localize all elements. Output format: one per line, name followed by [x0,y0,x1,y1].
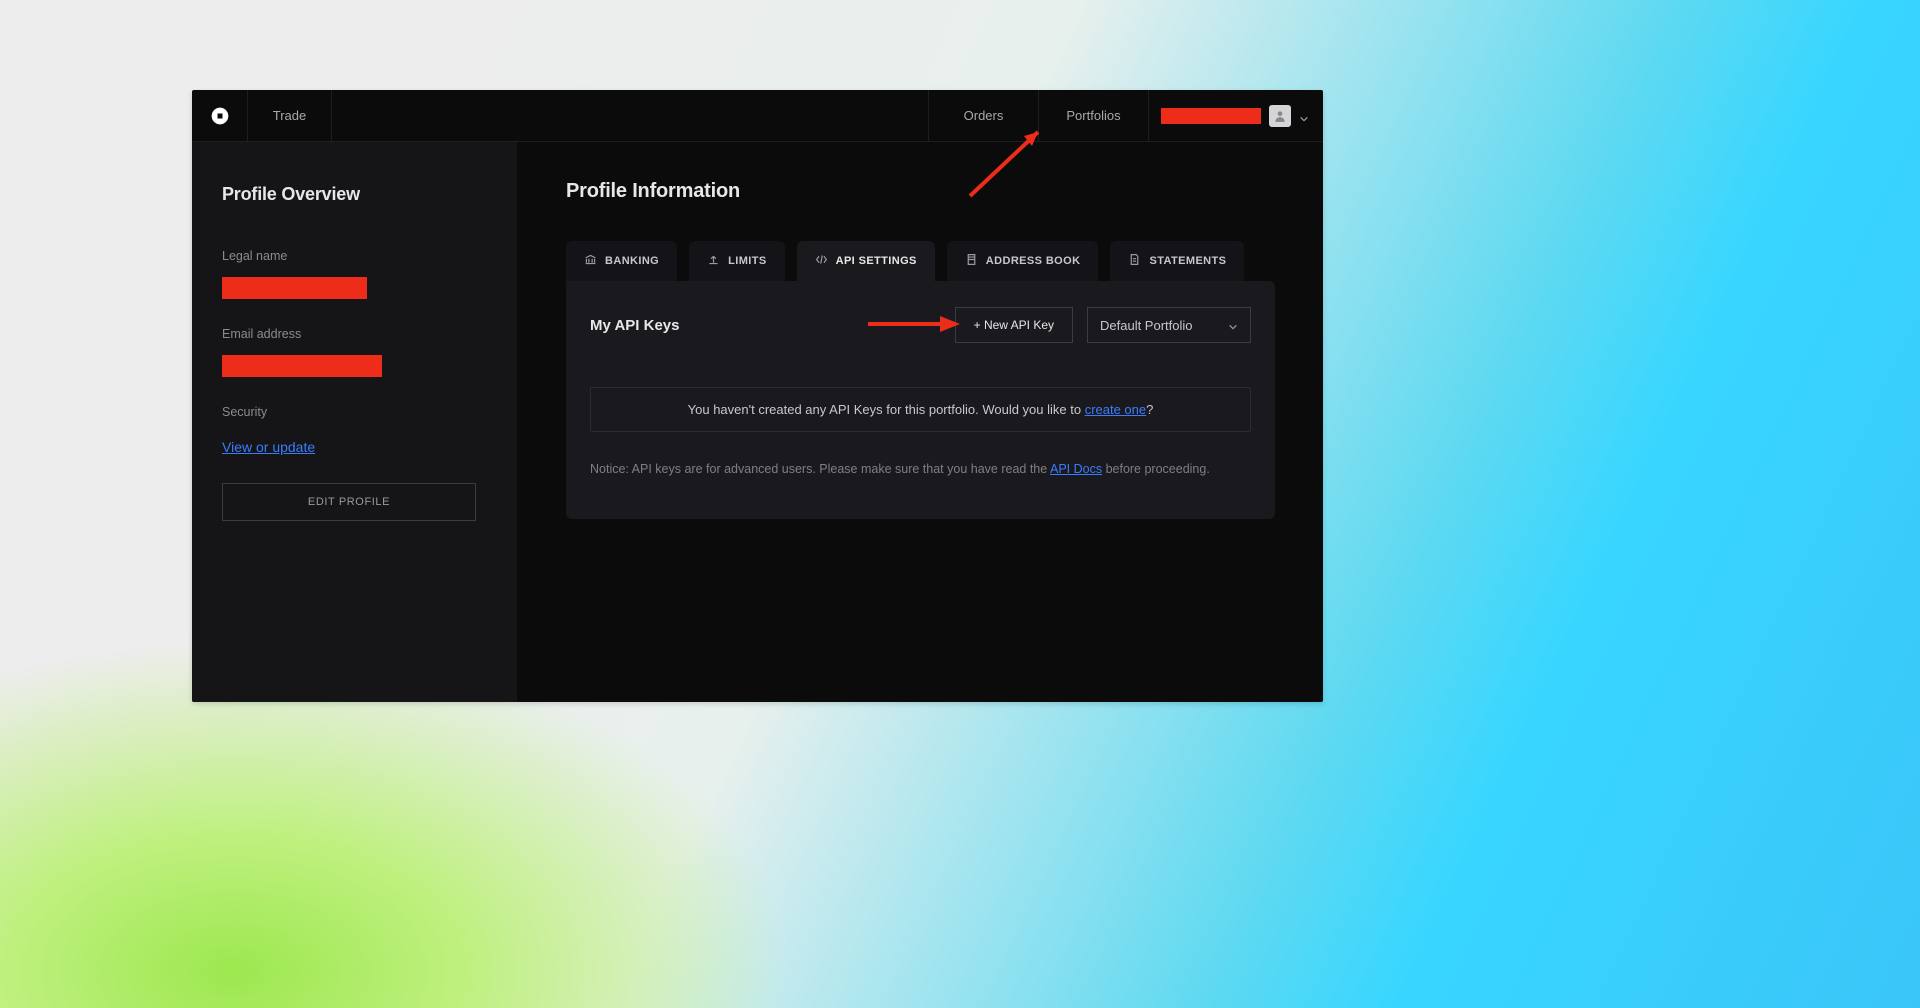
tab-statements[interactable]: STATEMENTS [1110,241,1244,281]
code-icon [815,253,828,269]
legal-name-label: Legal name [222,249,487,263]
tab-label: ADDRESS BOOK [986,255,1081,267]
sidebar-title: Profile Overview [222,184,487,205]
brand-logo[interactable] [192,90,248,141]
security-link[interactable]: View or update [222,439,315,455]
notice-suffix: before proceeding. [1102,462,1210,476]
empty-state: You haven't created any API Keys for thi… [590,387,1251,432]
email-redacted [222,355,382,377]
sidebar: Profile Overview Legal name Email addres… [192,142,518,702]
api-panel: My API Keys + New API Key Default Portfo… [566,281,1275,519]
app-window: Trade Orders Portfolios Profile Overview… [192,90,1323,702]
nav-trade[interactable]: Trade [248,90,332,141]
security-label: Security [222,405,487,419]
upload-icon [707,253,720,269]
tab-label: BANKING [605,255,659,267]
new-api-key-button[interactable]: + New API Key [955,307,1073,343]
bank-icon [584,253,597,269]
notice-prefix: Notice: API keys are for advanced users.… [590,462,1050,476]
empty-text-suffix: ? [1146,402,1153,417]
edit-profile-button[interactable]: EDIT PROFILE [222,483,476,521]
nav-portfolios[interactable]: Portfolios [1039,90,1149,141]
panel-heading: My API Keys [590,317,941,334]
book-icon [965,253,978,269]
tab-strip: BANKING LIMITS API SETTINGS ADDRESS BOOK… [566,241,1275,281]
user-name-redacted [1161,108,1261,124]
legal-name-redacted [222,277,367,299]
chevron-down-icon [1228,320,1238,330]
portfolio-select[interactable]: Default Portfolio [1087,307,1251,343]
tab-limits[interactable]: LIMITS [689,241,784,281]
page-title: Profile Information [566,180,1275,203]
nav-spacer [332,90,929,141]
chevron-down-icon [1299,111,1309,121]
tab-api-settings[interactable]: API SETTINGS [797,241,935,281]
main-panel: Profile Information BANKING LIMITS API S… [518,142,1323,702]
empty-text: You haven't created any API Keys for thi… [688,402,1085,417]
top-bar: Trade Orders Portfolios [192,90,1323,142]
create-one-link[interactable]: create one [1085,402,1146,417]
document-icon [1128,253,1141,269]
email-label: Email address [222,327,487,341]
user-menu[interactable] [1149,90,1323,141]
tab-label: STATEMENTS [1149,255,1226,267]
api-docs-link[interactable]: API Docs [1050,462,1102,476]
avatar [1269,105,1291,127]
tab-banking[interactable]: BANKING [566,241,677,281]
notice-text: Notice: API keys are for advanced users.… [590,460,1251,479]
tab-label: API SETTINGS [836,255,917,267]
tab-address-book[interactable]: ADDRESS BOOK [947,241,1099,281]
portfolio-selected-label: Default Portfolio [1100,318,1193,333]
tab-label: LIMITS [728,255,766,267]
nav-orders[interactable]: Orders [929,90,1039,141]
